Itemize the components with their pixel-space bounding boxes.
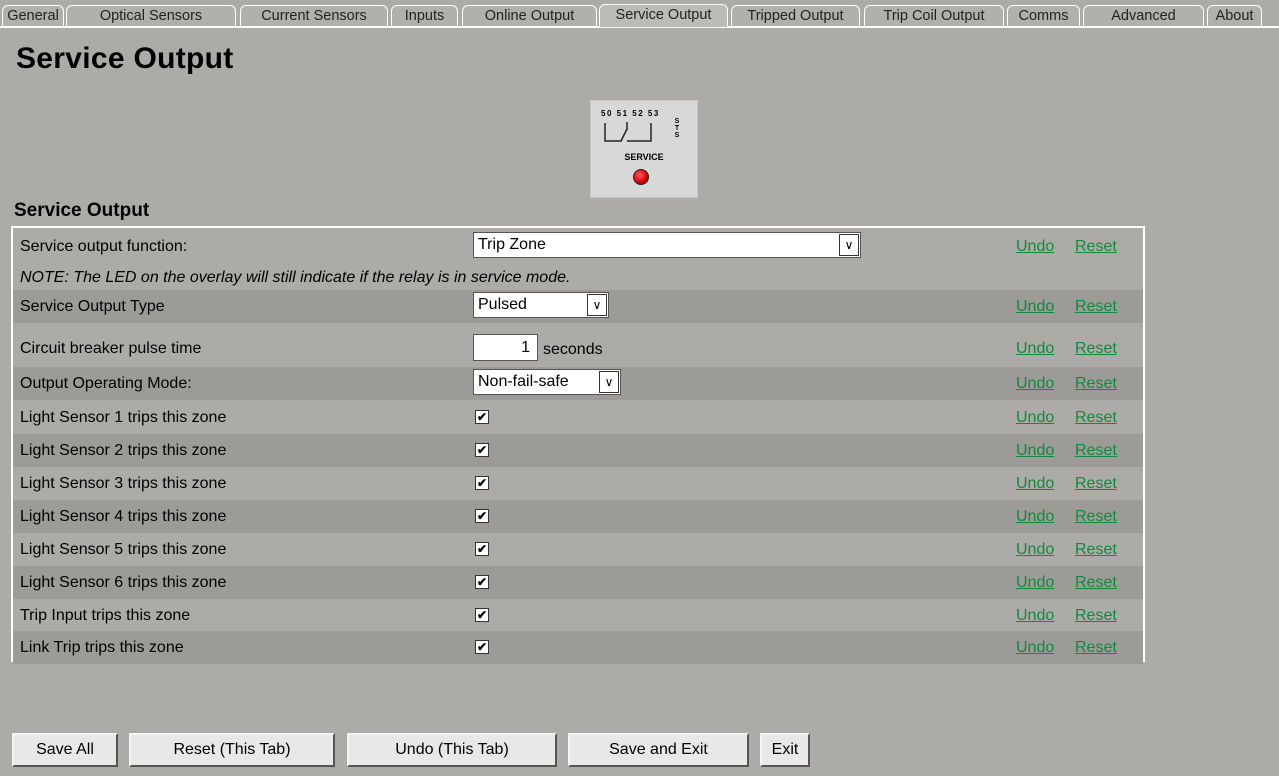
reset-link[interactable]: Reset [1075,508,1117,526]
service-output-type-label: Service Output Type [20,298,165,315]
service-output-function-select[interactable]: Trip Zone ∨ [473,232,861,258]
page-title: Service Output [16,42,234,75]
row-operating-mode: Output Operating Mode: Non-fail-safe ∨ U… [13,367,1143,400]
undo-link[interactable]: Undo [1016,409,1054,427]
undo-link[interactable]: Undo [1016,475,1054,493]
tab-bar: General Optical Sensors Current Sensors … [0,0,1279,30]
reset-tab-button[interactable]: Reset (This Tab) [129,733,335,767]
light-sensor-2-checkbox[interactable]: ✔ [475,443,489,457]
service-led-icon [633,169,649,185]
service-output-type-select[interactable]: Pulsed ∨ [473,292,609,318]
operating-mode-value: Non-fail-safe [478,373,569,390]
row-light-sensor-2: Light Sensor 2 trips this zone ✔ Undo Re… [13,434,1143,467]
service-output-panel: Service output function: Trip Zone ∨ Und… [11,226,1145,664]
reset-link[interactable]: Reset [1075,541,1117,559]
row-light-sensor-1: Light Sensor 1 trips this zone ✔ Undo Re… [13,401,1143,434]
reset-link[interactable]: Reset [1075,340,1117,358]
tab-advanced[interactable]: Advanced [1083,5,1204,26]
tab-comms[interactable]: Comms [1007,5,1080,26]
pulse-time-input[interactable]: 1 [473,334,538,361]
row-light-sensor-5: Light Sensor 5 trips this zone ✔ Undo Re… [13,533,1143,566]
row-service-output-function: Service output function: Trip Zone ∨ Und… [13,230,1143,263]
undo-tab-button[interactable]: Undo (This Tab) [347,733,557,767]
row-light-sensor-3: Light Sensor 3 trips this zone ✔ Undo Re… [13,467,1143,500]
row-light-sensor-4: Light Sensor 4 trips this zone ✔ Undo Re… [13,500,1143,533]
light-sensor-6-checkbox[interactable]: ✔ [475,575,489,589]
link-trip-checkbox[interactable]: ✔ [475,640,489,654]
undo-link[interactable]: Undo [1016,639,1054,657]
tab-current-sensors[interactable]: Current Sensors [240,5,388,26]
chevron-down-icon: ∨ [839,234,859,256]
light-sensor-5-checkbox[interactable]: ✔ [475,542,489,556]
light-sensor-1-label: Light Sensor 1 trips this zone [20,409,227,426]
row-service-output-type: Service Output Type Pulsed ∨ Undo Reset [13,290,1143,323]
section-title: Service Output [14,200,150,221]
reset-link[interactable]: Reset [1075,607,1117,625]
reset-link[interactable]: Reset [1075,574,1117,592]
save-and-exit-button[interactable]: Save and Exit [568,733,749,767]
operating-mode-select[interactable]: Non-fail-safe ∨ [473,369,621,395]
row-light-sensor-6: Light Sensor 6 trips this zone ✔ Undo Re… [13,566,1143,599]
reset-link[interactable]: Reset [1075,409,1117,427]
light-sensor-6-label: Light Sensor 6 trips this zone [20,574,227,591]
row-trip-input: Trip Input trips this zone ✔ Undo Reset [13,599,1143,632]
tab-trip-coil-output[interactable]: Trip Coil Output [864,5,1004,26]
pulse-time-unit: seconds [543,341,603,358]
undo-link[interactable]: Undo [1016,442,1054,460]
service-label: SERVICE [624,152,664,162]
reset-link[interactable]: Reset [1075,375,1117,393]
chevron-down-icon: ∨ [599,371,619,393]
service-relay-image: 50 51 52 53 S T S SERVICE [590,100,698,198]
light-sensor-3-label: Light Sensor 3 trips this zone [20,475,227,492]
trip-input-label: Trip Input trips this zone [20,607,191,624]
light-sensor-3-checkbox[interactable]: ✔ [475,476,489,490]
row-pulse-time: Circuit breaker pulse time 1 seconds Und… [13,332,1143,365]
tab-service-output[interactable]: Service Output [599,4,728,27]
service-output-function-value: Trip Zone [478,236,546,253]
reset-link[interactable]: Reset [1075,475,1117,493]
undo-link[interactable]: Undo [1016,340,1054,358]
tab-tripped-output[interactable]: Tripped Output [731,5,860,26]
undo-link[interactable]: Undo [1016,574,1054,592]
undo-link[interactable]: Undo [1016,375,1054,393]
chevron-down-icon: ∨ [587,294,607,316]
exit-button[interactable]: Exit [760,733,810,767]
light-sensor-2-label: Light Sensor 2 trips this zone [20,442,227,459]
tab-optical-sensors[interactable]: Optical Sensors [66,5,236,26]
save-all-button[interactable]: Save All [12,733,118,767]
undo-link[interactable]: Undo [1016,541,1054,559]
undo-link[interactable]: Undo [1016,238,1054,256]
undo-link[interactable]: Undo [1016,298,1054,316]
service-mode-note: NOTE: The LED on the overlay will still … [20,269,571,286]
tab-general[interactable]: General [2,5,64,26]
light-sensor-4-label: Light Sensor 4 trips this zone [20,508,227,525]
tab-online-output[interactable]: Online Output [462,5,597,26]
light-sensor-4-checkbox[interactable]: ✔ [475,509,489,523]
reset-link[interactable]: Reset [1075,639,1117,657]
trip-input-checkbox[interactable]: ✔ [475,608,489,622]
pulse-time-label: Circuit breaker pulse time [20,340,202,357]
operating-mode-label: Output Operating Mode: [20,375,192,392]
service-output-type-value: Pulsed [478,296,527,313]
tab-about[interactable]: About [1207,5,1262,26]
service-output-function-label: Service output function: [20,238,188,255]
undo-link[interactable]: Undo [1016,508,1054,526]
link-trip-label: Link Trip trips this zone [20,639,184,656]
light-sensor-5-label: Light Sensor 5 trips this zone [20,541,227,558]
reset-link[interactable]: Reset [1075,298,1117,316]
tab-inputs[interactable]: Inputs [391,5,458,26]
light-sensor-1-checkbox[interactable]: ✔ [475,410,489,424]
undo-link[interactable]: Undo [1016,607,1054,625]
reset-link[interactable]: Reset [1075,442,1117,460]
row-link-trip: Link Trip trips this zone ✔ Undo Reset [13,631,1143,664]
reset-link[interactable]: Reset [1075,238,1117,256]
